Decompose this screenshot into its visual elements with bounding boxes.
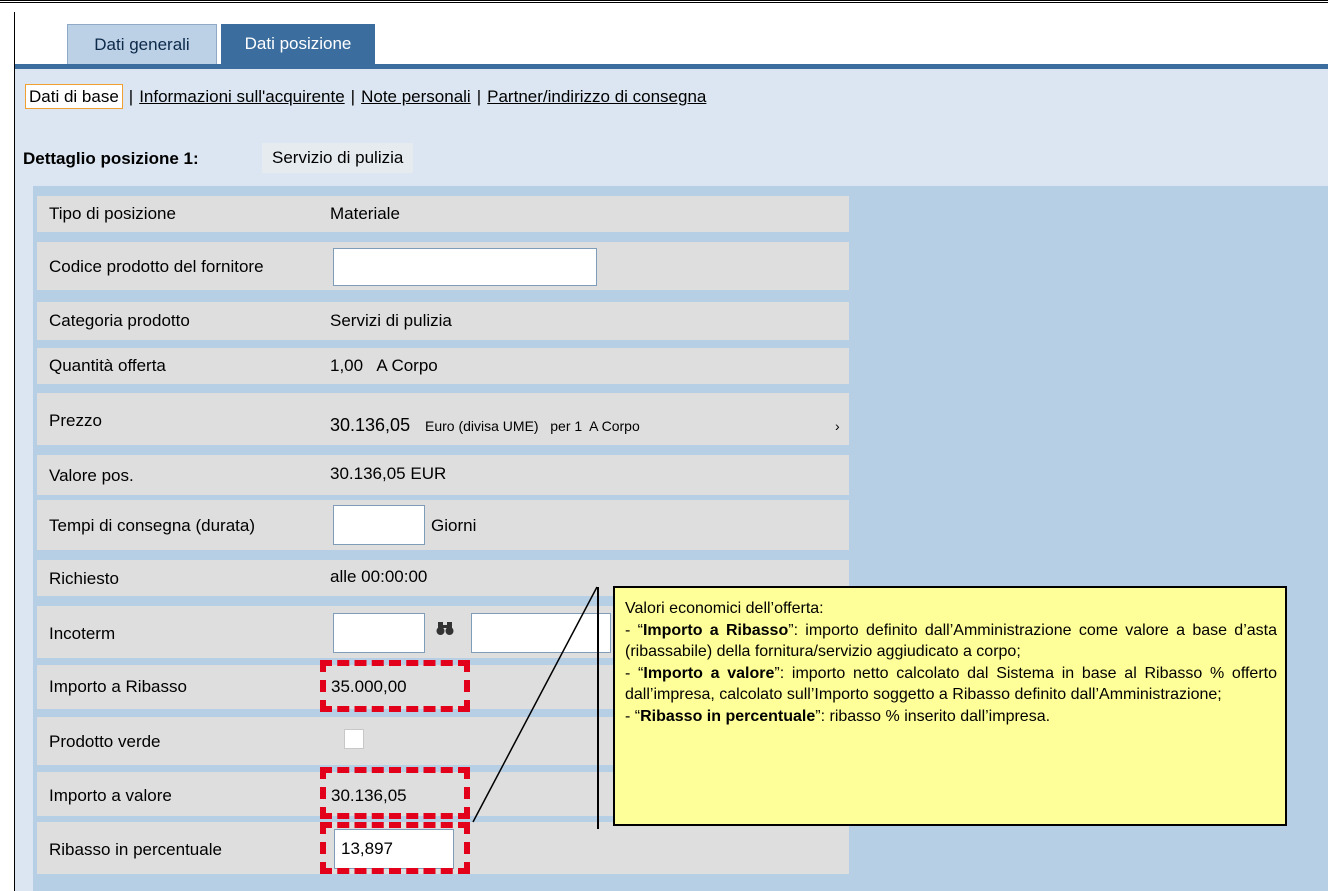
callout-title: Valori economici dell’offerta: (625, 600, 824, 617)
callout-item-ribasso-percentuale: - “Ribasso in percentuale”: ribasso % in… (625, 707, 1051, 725)
callout-item-importo-ribasso: - “Importo a Ribasso”: importo definito … (625, 621, 1277, 661)
annotation-callout: Valori economici dell’offerta: - “Import… (613, 586, 1287, 826)
callout-item-importo-valore: - “Importo a valore”: importo netto calc… (625, 664, 1277, 704)
